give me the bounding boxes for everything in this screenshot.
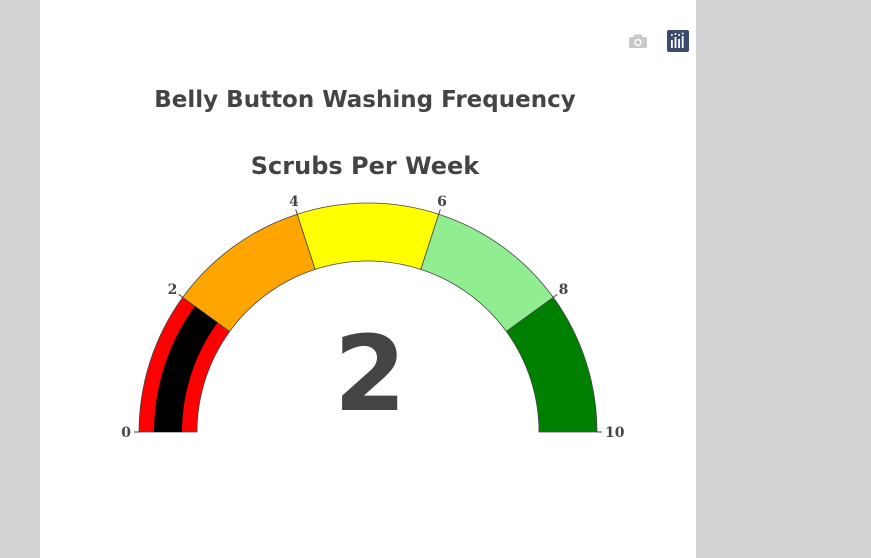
gauge-tick-1 bbox=[178, 294, 184, 298]
gauge-value: 2 bbox=[334, 313, 406, 435]
gauge-tick-label-2: 4 bbox=[289, 194, 299, 210]
gauge-chart: 0 2 4 6 8 10 2 bbox=[121, 194, 625, 441]
gauge-tick-label-5: 10 bbox=[605, 425, 625, 441]
gauge-step-2 bbox=[296, 202, 440, 270]
gauge-tick-label-1: 2 bbox=[168, 282, 178, 298]
gauge-tick-2 bbox=[295, 209, 298, 215]
gauge-tick-label-3: 6 bbox=[437, 194, 447, 210]
gauge-tick-4 bbox=[552, 294, 558, 298]
gauge-tick-label-0: 0 bbox=[121, 425, 131, 441]
gauge-tick-label-4: 8 bbox=[559, 282, 569, 298]
gauge-tick-3 bbox=[438, 209, 441, 215]
